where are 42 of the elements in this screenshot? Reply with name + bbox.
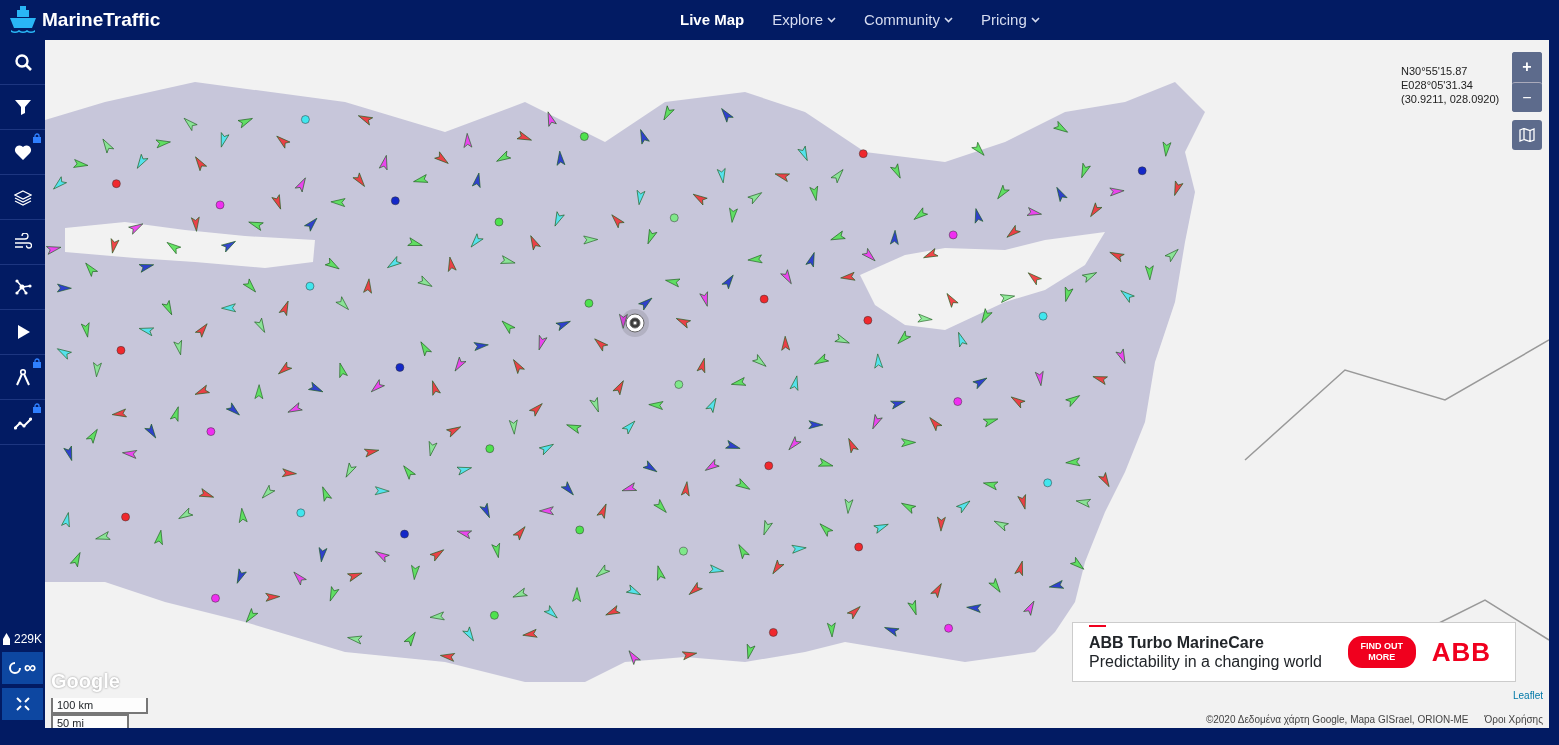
refresh-button[interactable]: ∞ <box>2 652 43 684</box>
map-attribution: ©2020 Δεδομένα χάρτη Google, Mapa GISrael, ORION-ME <box>1205 713 1469 727</box>
ship-icon <box>3 633 10 645</box>
scale-bar: 100 km <box>51 698 148 714</box>
nav-tab[interactable]: Explore <box>758 8 851 32</box>
nav-tab[interactable]: Pricing <box>966 8 1054 32</box>
nav-tab[interactable]: Live Map <box>666 8 759 32</box>
layers-icon <box>13 188 32 206</box>
nav-tab[interactable]: Community <box>850 8 967 32</box>
refresh-icon <box>8 662 21 674</box>
compass-icon <box>13 368 32 386</box>
sidebar-button[interactable] <box>0 355 45 400</box>
brand-name[interactable]: MarineTraffic <box>42 5 161 35</box>
terms-link[interactable]: Όροι Χρήσης <box>1484 712 1543 727</box>
ad-title: ABB Turbo MarineCare <box>1089 633 1265 652</box>
zoom-out-button[interactable]: − <box>1512 82 1542 112</box>
accent-line <box>1089 625 1106 627</box>
heart-icon <box>13 143 32 161</box>
network-icon <box>13 278 32 296</box>
sidebar-button[interactable] <box>0 400 45 445</box>
ship-logo-icon <box>8 6 38 34</box>
ad-banner[interactable]: ABB Turbo MarineCare Predictability in a changing world FIND OUT MORE ABB <box>1072 622 1516 682</box>
filter-icon <box>13 98 32 116</box>
coordinate-text: N30°55'15.87 <box>1401 64 1469 78</box>
caret-icon <box>943 17 953 23</box>
caret-icon <box>1030 17 1040 23</box>
sidebar-button[interactable] <box>0 130 45 175</box>
search-icon <box>13 53 32 71</box>
fullscreen-icon <box>15 697 30 711</box>
coordinate-text: E028°05'31.34 <box>1401 78 1474 92</box>
map-icon <box>1519 128 1535 142</box>
caret-icon <box>827 17 837 23</box>
fullscreen-button[interactable] <box>2 688 43 720</box>
vessel-count: 229K <box>14 631 42 648</box>
scale-bar: 50 mi <box>51 714 129 728</box>
leaflet-link[interactable]: Leaflet <box>1512 688 1543 703</box>
coordinate-text: (30.9211, 028.0920) <box>1401 92 1500 106</box>
find-out-more-button[interactable]: FIND OUT MORE <box>1347 636 1416 668</box>
map-type-button[interactable] <box>1512 120 1542 150</box>
ad-subtitle: Predictability in a changing world <box>1089 652 1323 671</box>
abb-logo: ABB <box>1431 635 1491 669</box>
wind-icon <box>13 233 32 251</box>
